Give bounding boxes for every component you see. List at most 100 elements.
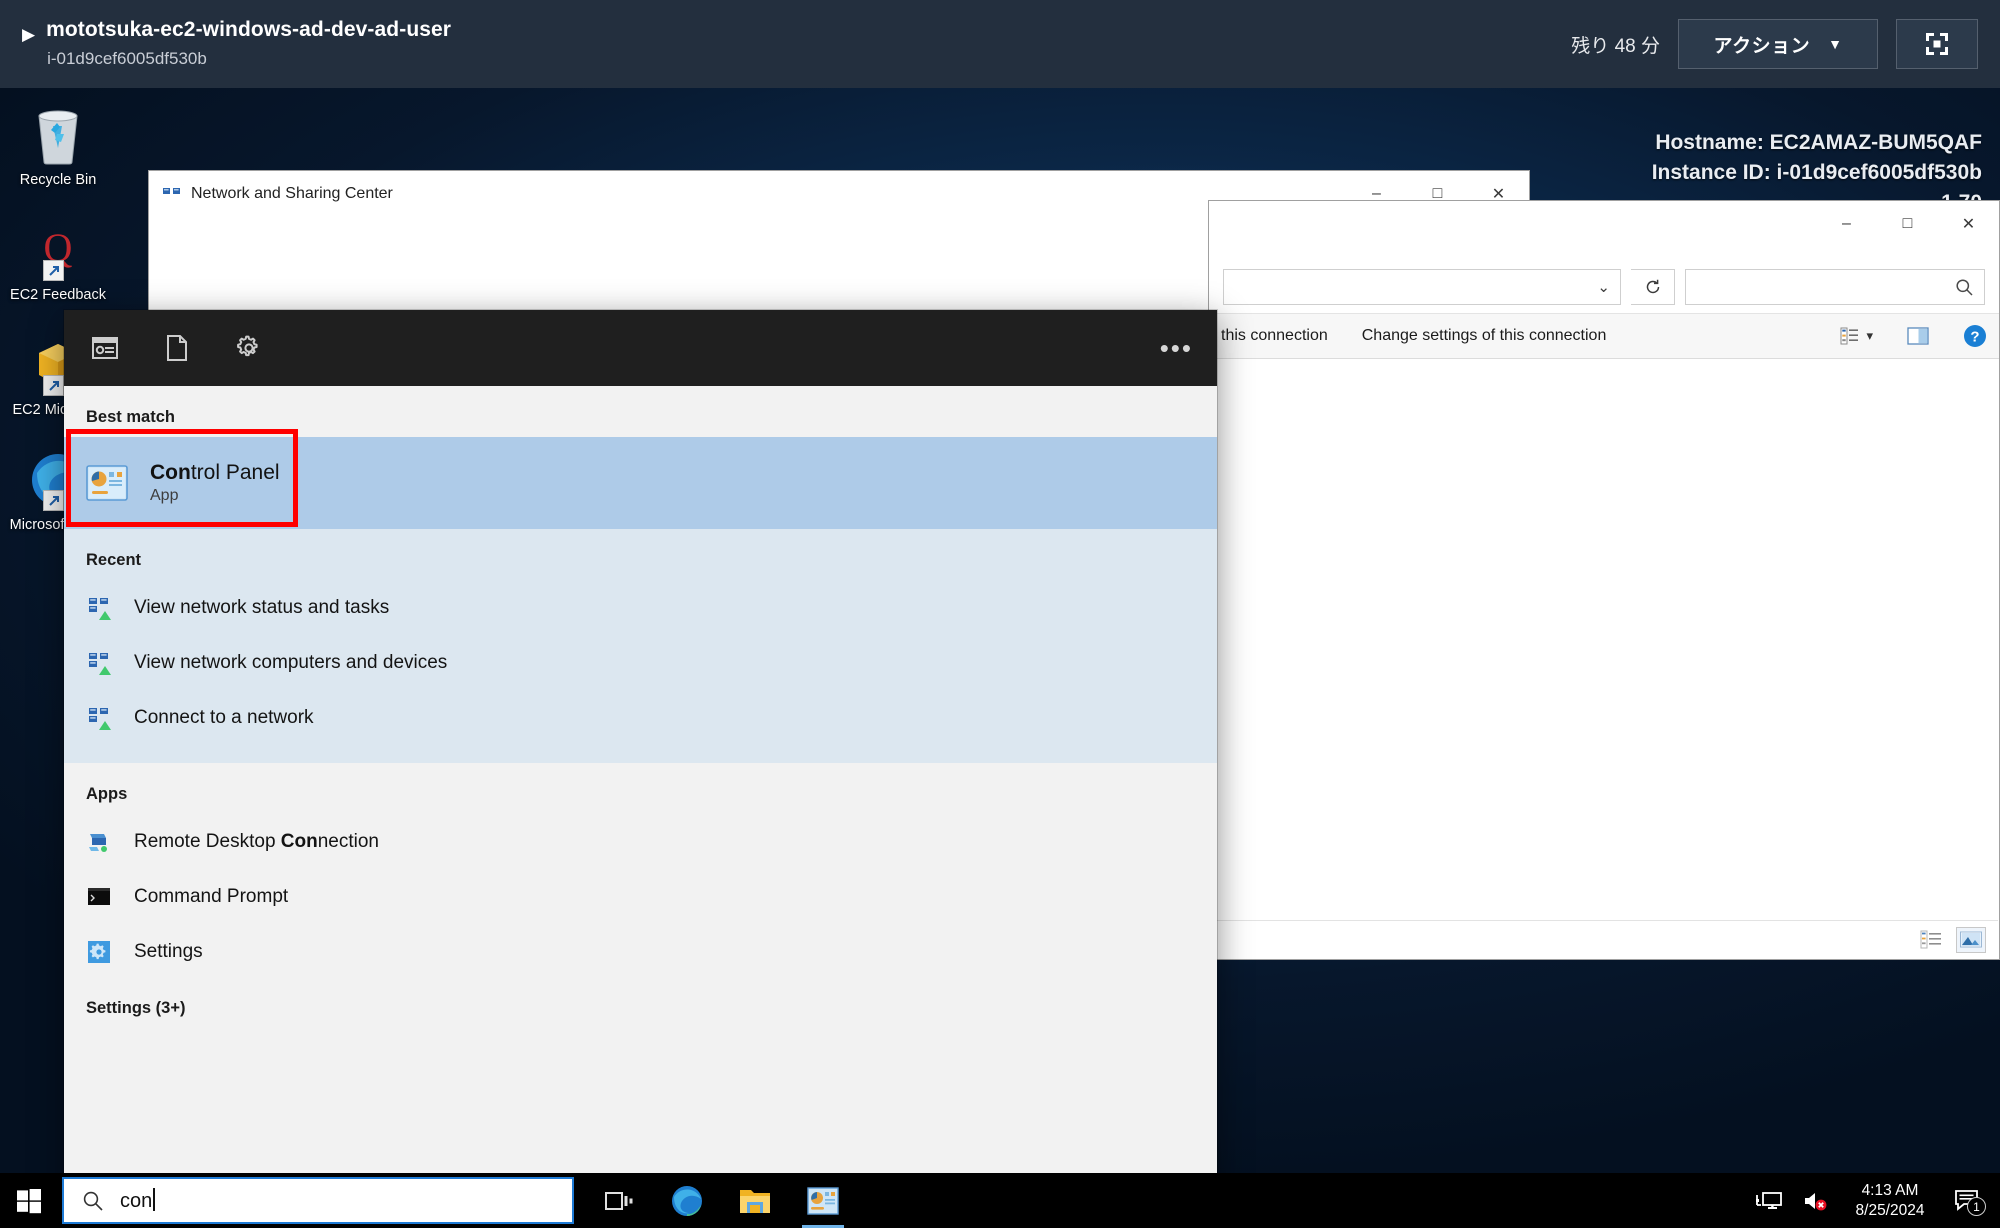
taskbar-search-input[interactable]: con — [62, 1177, 574, 1224]
maximize-button[interactable]: □ — [1877, 201, 1938, 247]
desktop-icon-ec2-feedback[interactable]: Q EC2 Feedback — [6, 215, 110, 304]
network-tray-icon[interactable] — [1746, 1173, 1792, 1228]
minimize-button[interactable]: – — [1816, 201, 1877, 247]
window-title: Network and Sharing Center — [149, 171, 393, 203]
settings-count-heading[interactable]: Settings (3+) — [64, 979, 1217, 1018]
recent-item-label: View network computers and devices — [134, 651, 448, 673]
apps-item-prefix: Settings — [134, 940, 203, 962]
preview-pane-icon — [1907, 327, 1929, 345]
best-match-title-highlight: Con — [150, 461, 191, 484]
command-link-connection-status[interactable]: this connection — [1221, 327, 1328, 345]
large-icons-view-button[interactable] — [1956, 926, 1986, 953]
notification-count-badge: 1 — [1967, 1197, 1986, 1216]
network-icon — [86, 705, 112, 731]
window-title-text: Network and Sharing Center — [191, 185, 393, 202]
help-button[interactable]: ? — [1963, 324, 1987, 348]
documents-icon[interactable] — [160, 331, 194, 365]
fullscreen-button[interactable] — [1896, 19, 1978, 69]
start-button[interactable] — [0, 1173, 58, 1228]
recent-item-2[interactable]: Connect to a network — [64, 690, 1217, 745]
address-bar[interactable]: ⌄ — [1223, 269, 1621, 305]
chevron-down-icon[interactable]: ⌄ — [1597, 278, 1610, 296]
settings-gear-icon[interactable] — [232, 331, 266, 365]
recent-item-1[interactable]: View network computers and devices — [64, 635, 1217, 690]
instance-id: i-01d9cef6005df530b — [47, 49, 207, 68]
recent-item-0[interactable]: View network status and tasks — [64, 580, 1217, 635]
apps-item-label: Command Prompt — [134, 886, 288, 908]
control-panel-icon — [807, 1186, 839, 1215]
preview-pane-button[interactable] — [1907, 326, 1929, 346]
volume-muted-icon[interactable] — [1792, 1173, 1838, 1228]
desktop-icon-recycle-bin[interactable]: Recycle Bin — [6, 100, 110, 189]
microsoft-edge-icon — [672, 1185, 702, 1216]
recent-section: Recent View network status and tasks Vie… — [64, 529, 1217, 763]
clock-time: 4:13 AM — [1861, 1181, 1919, 1199]
apps-section: Apps Remote Desktop Connection Command P… — [64, 763, 1217, 1026]
svg-text:?: ? — [1970, 329, 1979, 346]
list-view-icon — [1840, 327, 1859, 345]
network-icon — [163, 187, 180, 194]
desktop-icon-label: Recycle Bin — [19, 172, 97, 188]
apps-heading: Apps — [86, 785, 128, 803]
remote-desktop-icon — [86, 829, 112, 855]
close-button[interactable]: ✕ — [1938, 201, 1999, 247]
refresh-icon — [1646, 279, 1659, 294]
apps-item-highlight: Con — [280, 830, 318, 852]
command-link-change-settings[interactable]: Change settings of this connection — [1362, 327, 1607, 345]
recent-heading: Recent — [86, 551, 142, 569]
taskbar-task-view-button[interactable] — [588, 1173, 650, 1228]
apps-item-remote-desktop-connection[interactable]: Remote Desktop Connection — [64, 814, 1217, 869]
taskbar-search-text: con — [120, 1190, 153, 1212]
taskbar-search-value: con — [120, 1188, 156, 1213]
recycle-bin-icon — [6, 100, 110, 170]
session-timer: 残り 48 分 — [1571, 35, 1660, 57]
network-icon — [86, 650, 112, 676]
apps-item-settings[interactable]: Settings — [64, 924, 1217, 979]
expand-caret-icon[interactable]: ▶ — [22, 26, 35, 43]
shortcut-arrow-badge — [43, 375, 64, 396]
taskbar-file-explorer-button[interactable] — [724, 1173, 786, 1228]
system-tray: 4:13 AM 8/25/2024 1 — [1746, 1173, 2000, 1228]
details-view-icon — [1920, 930, 1941, 949]
all-apps-icon[interactable] — [88, 331, 122, 365]
search-flyout-header: ••• — [64, 310, 1217, 386]
taskbar-control-panel-button[interactable] — [792, 1173, 854, 1228]
fleet-manager-topbar: ▶ mototsuka-ec2-windows-ad-dev-ad-user i… — [0, 0, 2000, 88]
action-center-button[interactable]: 1 — [1942, 1173, 1992, 1228]
shortcut-arrow-badge — [43, 490, 64, 511]
explorer-search-input[interactable] — [1685, 269, 1985, 305]
search-icon — [83, 1191, 103, 1211]
settings-app-icon — [86, 939, 112, 965]
address-bar-row: ⌄ — [1209, 261, 1999, 313]
shortcut-arrow-badge — [43, 260, 64, 281]
view-options-caret-icon: ▾ — [1866, 328, 1873, 343]
taskbar-clock[interactable]: 4:13 AM 8/25/2024 — [1838, 1173, 1942, 1228]
best-match-subtitle: App — [150, 487, 179, 504]
text-cursor — [153, 1188, 156, 1211]
command-bar: this connection Change settings of this … — [1209, 313, 1999, 359]
action-button[interactable]: アクション ▼ — [1678, 19, 1878, 69]
explorer-window-front[interactable]: – □ ✕ ⌄ this connection Change settings … — [1208, 200, 2000, 960]
desktop: Recycle Bin Q EC2 Feedback EC2 Microsoft… — [0, 88, 2000, 1173]
desktop-icon-label: EC2 Feedback — [10, 287, 106, 303]
best-match-result-control-panel[interactable]: Control Panel App — [64, 429, 1217, 529]
details-view-button[interactable] — [1916, 927, 1946, 953]
explorer-content-area — [1209, 359, 1999, 959]
command-prompt-icon — [86, 884, 112, 910]
more-options-icon[interactable]: ••• — [1160, 335, 1193, 361]
recent-item-label: Connect to a network — [134, 706, 314, 728]
window-controls-front: – □ ✕ — [1816, 201, 1999, 247]
view-options-button[interactable]: ▾ — [1840, 326, 1873, 346]
clock-date: 8/25/2024 — [1855, 1201, 1925, 1219]
recent-item-label: View network status and tasks — [134, 596, 390, 618]
apps-item-suffix: nection — [317, 830, 380, 852]
apps-item-command-prompt[interactable]: Command Prompt — [64, 869, 1217, 924]
file-explorer-icon — [740, 1189, 770, 1213]
search-icon — [1956, 278, 1973, 296]
taskbar-microsoft-edge-button[interactable] — [656, 1173, 718, 1228]
watermark-hostname: Hostname: EC2AMAZ-BUM5QAF — [1655, 131, 1982, 154]
topbar-instance-info: ▶ mototsuka-ec2-windows-ad-dev-ad-user i… — [0, 17, 1571, 71]
refresh-button[interactable] — [1631, 269, 1675, 305]
chevron-down-icon: ▼ — [1828, 36, 1843, 52]
help-icon: ? — [1964, 325, 1986, 347]
